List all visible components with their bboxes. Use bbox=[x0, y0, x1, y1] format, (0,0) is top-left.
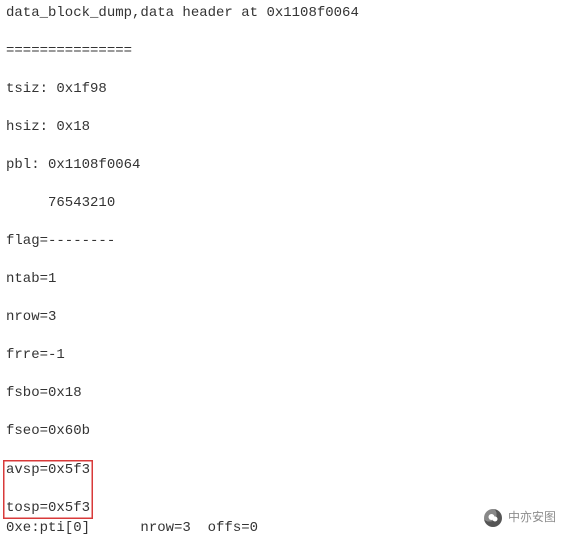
header-line: data_block_dump,data header at 0x1108f00… bbox=[6, 4, 562, 23]
avsp-line: avsp=0x5f3 bbox=[6, 461, 90, 480]
flag-line: flag=-------- bbox=[6, 232, 562, 251]
tsiz-line: tsiz: 0x1f98 bbox=[6, 80, 562, 99]
bit-columns-line: 76543210 bbox=[6, 194, 562, 213]
frre-line: frre=-1 bbox=[6, 346, 562, 365]
tosp-line: tosp=0x5f3 bbox=[6, 499, 90, 518]
highlighted-space-fields: avsp=0x5f3 tosp=0x5f3 bbox=[3, 460, 93, 519]
separator-line: =============== bbox=[6, 42, 562, 61]
hsiz-line: hsiz: 0x18 bbox=[6, 118, 562, 137]
ntab-line: ntab=1 bbox=[6, 270, 562, 289]
fseo-line: fseo=0x60b bbox=[6, 422, 562, 441]
nrow-line: nrow=3 bbox=[6, 308, 562, 327]
pti-line: 0xe:pti[0] nrow=3 offs=0 bbox=[6, 519, 562, 538]
dump-output: data_block_dump,data header at 0x1108f00… bbox=[0, 0, 568, 555]
fsbo-line: fsbo=0x18 bbox=[6, 384, 562, 403]
pbl-line: pbl: 0x1108f0064 bbox=[6, 156, 562, 175]
